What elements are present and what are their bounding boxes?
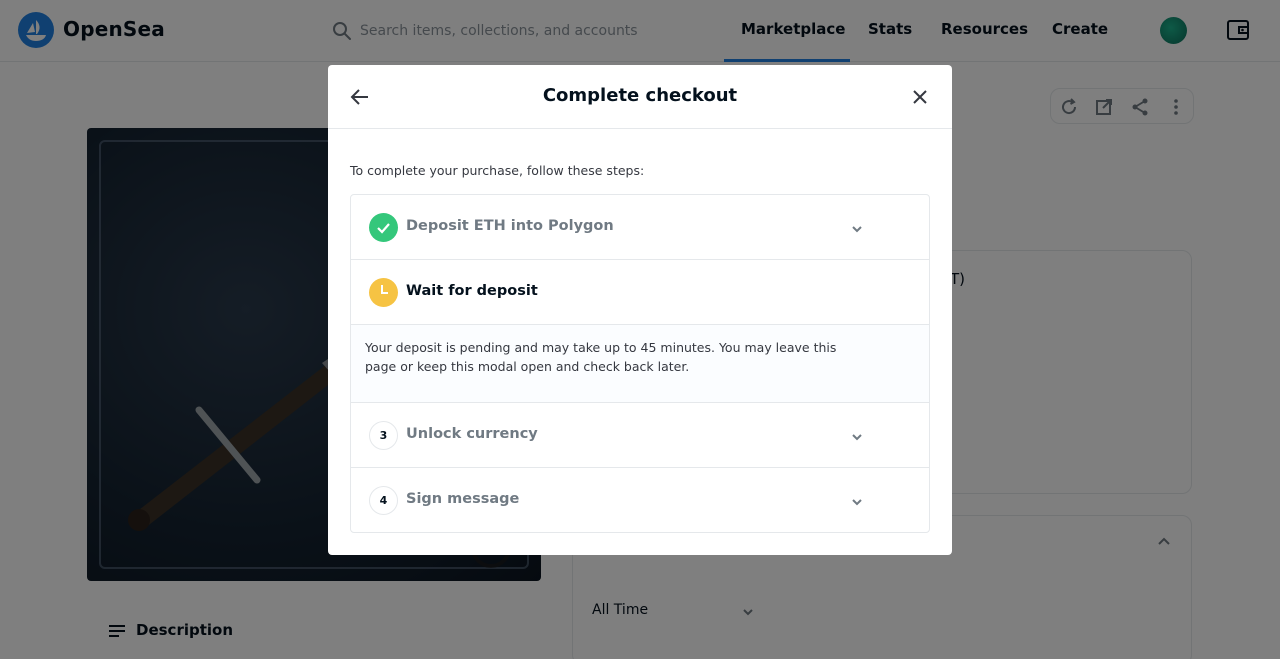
step-label: Wait for deposit: [406, 283, 538, 299]
step-wait-for-deposit[interactable]: Wait for deposit: [351, 260, 929, 325]
chevron-down-icon[interactable]: [849, 221, 865, 241]
step-detail-panel: Your deposit is pending and may take up …: [351, 325, 929, 403]
checkout-instructions: To complete your purchase, follow these …: [350, 163, 645, 178]
close-icon[interactable]: [908, 85, 932, 109]
chevron-down-icon[interactable]: [849, 494, 865, 514]
checkmark-icon: [369, 213, 398, 242]
step-number-badge: 4: [369, 486, 398, 515]
step-label: Sign message: [406, 491, 520, 507]
step-label: Unlock currency: [406, 426, 538, 442]
step-deposit-eth[interactable]: Deposit ETH into Polygon: [351, 195, 929, 260]
step-label: Deposit ETH into Polygon: [406, 218, 614, 234]
modal-title: Complete checkout: [542, 85, 738, 106]
deposit-pending-message: Your deposit is pending and may take up …: [365, 340, 837, 374]
checkout-steps-list: Deposit ETH into Polygon Wait for deposi…: [350, 194, 930, 533]
step-sign-message[interactable]: 4 Sign message: [351, 468, 929, 532]
checkout-modal: Complete checkout To complete your purch…: [328, 65, 952, 555]
clock-icon: [369, 278, 398, 307]
step-number-badge: 3: [369, 421, 398, 450]
chevron-down-icon[interactable]: [849, 429, 865, 449]
modal-header: Complete checkout: [328, 65, 952, 129]
step-unlock-currency[interactable]: 3 Unlock currency: [351, 403, 929, 468]
